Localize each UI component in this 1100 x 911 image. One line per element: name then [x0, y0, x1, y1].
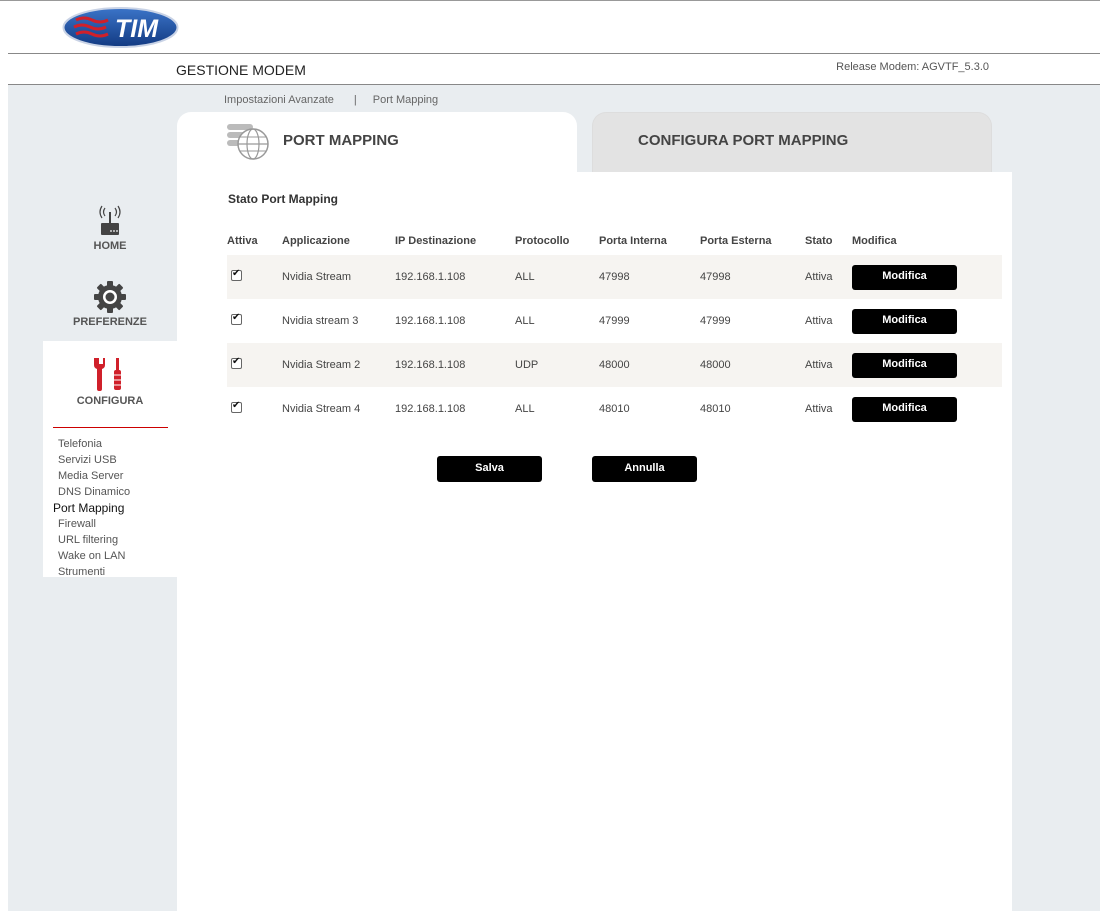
ip-cell: 192.168.1.108 [395, 343, 515, 387]
ip-cell: 192.168.1.108 [395, 387, 515, 431]
cancel-button[interactable]: Annulla [592, 456, 697, 482]
stato-cell: Attiva [805, 299, 852, 343]
sidebar-item-label: HOME [93, 240, 127, 252]
sidebar-item-home[interactable]: HOME [43, 200, 177, 252]
column-header: Attiva [227, 235, 258, 247]
column-header: Applicazione [282, 235, 350, 247]
ip-cell: 192.168.1.108 [395, 299, 515, 343]
port-mapping-table: Attiva Applicazione IP Destinazione Prot… [227, 227, 1002, 431]
submenu-item-port-mapping[interactable]: Port Mapping [53, 500, 130, 516]
porta-interna-cell: 48000 [599, 343, 700, 387]
submenu-item-dns-dinamico[interactable]: DNS Dinamico [58, 484, 130, 500]
header-divider [8, 53, 1100, 54]
gear-icon [94, 281, 126, 313]
porta-interna-cell: 48010 [599, 387, 700, 431]
submenu-item-servizi-usb[interactable]: Servizi USB [58, 452, 130, 468]
modifica-button[interactable]: Modifica [852, 396, 957, 422]
server-globe-icon [227, 124, 269, 160]
modifica-button[interactable]: Modifica [852, 352, 957, 378]
table-row: Nvidia Stream 4 192.168.1.108 ALL 48010 … [227, 387, 1002, 431]
stato-cell: Attiva [805, 387, 852, 431]
column-header: Protocollo [515, 235, 570, 247]
breadcrumb-section[interactable]: Impostazioni Avanzate [224, 94, 334, 106]
logo-text: TIM [115, 15, 159, 43]
porta-interna-cell: 47999 [599, 299, 700, 343]
tab-port-mapping-label[interactable]: PORT MAPPING [283, 132, 399, 149]
protocollo-cell: ALL [515, 299, 599, 343]
router-icon [99, 205, 121, 235]
porta-esterna-cell: 48010 [700, 387, 805, 431]
tab-configura-port-mapping-label[interactable]: CONFIGURA PORT MAPPING [638, 132, 848, 149]
top-border [0, 0, 1100, 1]
modifica-button[interactable]: Modifica [852, 264, 957, 290]
attiva-checkbox[interactable] [231, 356, 242, 369]
table-row: Nvidia Stream 2 192.168.1.108 UDP 48000 … [227, 343, 1002, 387]
column-header: Porta Esterna [700, 235, 772, 247]
attiva-checkbox[interactable] [231, 400, 242, 413]
save-button[interactable]: Salva [437, 456, 542, 482]
sidebar-item-label: CONFIGURA [76, 395, 144, 407]
submenu-item-telefonia[interactable]: Telefonia [58, 436, 130, 452]
porta-esterna-cell: 48000 [700, 343, 805, 387]
sidebar-item-configura[interactable]: CONFIGURA [43, 341, 177, 417]
column-header: Modifica [852, 235, 897, 247]
stato-cell: Attiva [805, 255, 852, 299]
applicazione-cell: Nvidia Stream 4 [282, 387, 395, 431]
attiva-checkbox[interactable] [231, 312, 242, 325]
protocollo-cell: ALL [515, 255, 599, 299]
modifica-button[interactable]: Modifica [852, 308, 957, 334]
porta-interna-cell: 47998 [599, 255, 700, 299]
breadcrumb-page: Port Mapping [372, 94, 439, 106]
submenu-item-media-server[interactable]: Media Server [58, 468, 130, 484]
applicazione-cell: Nvidia stream 3 [282, 299, 395, 343]
ip-cell: 192.168.1.108 [395, 255, 515, 299]
stato-cell: Attiva [805, 343, 852, 387]
submenu-item-firewall[interactable]: Firewall [58, 516, 130, 532]
tools-icon [94, 358, 121, 391]
submenu-item-url-filtering[interactable]: URL filtering [58, 532, 130, 548]
porta-esterna-cell: 47998 [700, 255, 805, 299]
breadcrumb: Impostazioni Avanzate | Port Mapping [224, 94, 438, 106]
app-title: GESTIONE MODEM [176, 62, 306, 78]
sidebar-item-label: PREFERENZE [73, 316, 147, 328]
configura-submenu: Telefonia Servizi USB Media Server DNS D… [43, 417, 177, 580]
column-header: Porta Interna [599, 235, 667, 247]
protocollo-cell: UDP [515, 343, 599, 387]
release-info: Release Modem: AGVTF_5.3.0 [836, 61, 989, 73]
breadcrumb-separator: | [353, 94, 357, 106]
porta-esterna-cell: 47999 [700, 299, 805, 343]
column-header: Stato [805, 235, 833, 247]
applicazione-cell: Nvidia Stream [282, 255, 395, 299]
submenu-item-strumenti[interactable]: Strumenti [58, 564, 130, 580]
table-row: Nvidia stream 3 192.168.1.108 ALL 47999 … [227, 299, 1002, 343]
table-row: Nvidia Stream 192.168.1.108 ALL 47998 47… [227, 255, 1002, 299]
attiva-checkbox[interactable] [231, 268, 242, 281]
submenu-divider [53, 427, 168, 428]
submenu-item-wake-on-lan[interactable]: Wake on LAN [58, 548, 130, 564]
tim-logo: TIM [62, 7, 179, 48]
section-title: Stato Port Mapping [228, 192, 338, 206]
protocollo-cell: ALL [515, 387, 599, 431]
applicazione-cell: Nvidia Stream 2 [282, 343, 395, 387]
sidebar-item-preferenze[interactable]: PREFERENZE [43, 280, 177, 328]
column-header: IP Destinazione [395, 235, 477, 247]
